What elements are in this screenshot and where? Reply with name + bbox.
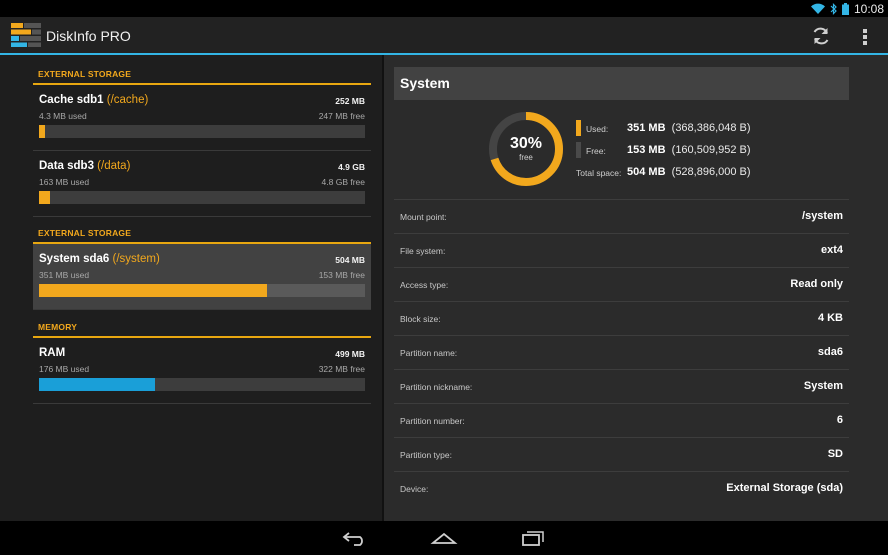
storage-item-total: 504 MB <box>335 255 365 265</box>
clock: 10:08 <box>853 1 884 16</box>
storage-item-used: 163 MB used <box>39 177 90 187</box>
storage-item-data[interactable]: Data sdb3 (/data) 4.9 GB 163 MB used 4.8… <box>33 151 371 217</box>
detail-panel: System 30% free Used: 351 MB (368,386,04… <box>384 55 888 521</box>
usage-bar <box>39 378 365 391</box>
storage-item-name: Data sdb3 (/data) <box>39 160 131 172</box>
property-list: Mount point:/system File system: ext4 Acc… <box>394 199 849 505</box>
usage-bar <box>39 284 365 297</box>
section-header-memory: MEMORY <box>33 320 371 338</box>
detail-title: System <box>394 67 849 100</box>
app-logo-icon <box>11 23 41 47</box>
home-icon[interactable] <box>430 529 458 547</box>
storage-item-free: 247 MB free <box>318 111 365 121</box>
storage-item-ram[interactable]: RAM 499 MB 176 MB used 322 MB free <box>33 338 371 404</box>
storage-item-total: 252 MB <box>335 96 365 106</box>
navigation-bar <box>0 521 888 555</box>
storage-item-cache[interactable]: Cache sdb1 (/cache) 252 MB 4.3 MB used 2… <box>33 85 371 151</box>
status-bar: 10:08 <box>0 0 888 17</box>
property-row: Mount point:/system <box>394 199 849 233</box>
recent-apps-icon[interactable] <box>520 529 546 547</box>
free-swatch <box>576 142 581 158</box>
back-icon[interactable] <box>342 529 368 547</box>
storage-item-free: 322 MB free <box>318 364 365 374</box>
section-header-external-storage: EXTERNAL STORAGE <box>33 67 371 85</box>
wifi-icon <box>810 3 825 14</box>
storage-item-used: 351 MB used <box>39 270 90 280</box>
storage-item-free: 153 MB free <box>318 270 365 280</box>
used-swatch <box>576 120 581 136</box>
usage-bar <box>39 125 365 138</box>
action-bar: DiskInfo PRO <box>0 17 888 55</box>
donut-label: 30% free <box>488 135 564 162</box>
storage-item-total: 499 MB <box>335 349 365 359</box>
storage-item-used: 4.3 MB used <box>39 111 87 121</box>
app-title: DiskInfo PRO <box>46 28 131 44</box>
storage-item-name: System sda6 (/system) <box>39 253 160 265</box>
storage-list: EXTERNAL STORAGE Cache sdb1 (/cache) 252… <box>0 55 382 521</box>
property-row: Partition nickname: System <box>394 369 849 403</box>
battery-icon <box>841 2 849 15</box>
free-percent: 30% <box>509 135 543 152</box>
bluetooth-icon <box>830 2 837 15</box>
storage-item-free: 4.8 GB free <box>321 177 365 187</box>
storage-item-name: Cache sdb1 (/cache) <box>39 94 149 106</box>
property-row: Partition number: 6 <box>394 403 849 437</box>
property-row: Partition name: sda6 <box>394 335 849 369</box>
storage-item-total: 4.9 GB <box>338 162 365 172</box>
overflow-menu-icon[interactable] <box>858 26 872 48</box>
storage-item-system[interactable]: System sda6 (/system) 504 MB 351 MB used… <box>33 244 371 310</box>
refresh-icon[interactable] <box>810 26 832 46</box>
section-header-external-storage: EXTERNAL STORAGE <box>33 226 371 244</box>
property-row: Device: External Storage (sda) <box>394 471 849 505</box>
property-row: Block size: 4 KB <box>394 301 849 335</box>
property-row: File system: ext4 <box>394 233 849 267</box>
property-row: Access type: Read only <box>394 267 849 301</box>
storage-item-name: RAM <box>39 347 66 359</box>
free-word: free <box>519 153 533 162</box>
storage-item-used: 176 MB used <box>39 364 90 374</box>
usage-bar <box>39 191 365 204</box>
property-row: Partition type: SD <box>394 437 849 471</box>
